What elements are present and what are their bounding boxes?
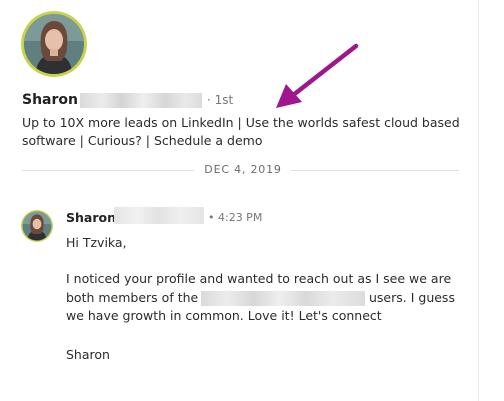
connection-degree: · 1st [207,93,234,107]
divider-line-right [291,170,459,171]
message-greeting: Hi Tzvika, [66,235,127,250]
sender-avatar[interactable] [21,210,53,242]
profile-headline: Up to 10X more leads on LinkedIn | Use t… [22,115,460,148]
messaging-thread: Sharon · 1st Up to 10X more leads on Lin… [0,0,504,401]
profile-avatar[interactable] [21,11,87,77]
panel-border [478,0,479,401]
arrow-icon [276,43,359,108]
divider-line-left [22,170,194,171]
date-divider: DEC 4, 2019 [204,163,282,176]
redacted-surname [80,93,202,108]
message-line-3: we have growth in common. Love it! Let's… [66,308,382,323]
message-timestamp: • 4:23 PM [208,211,263,224]
message-sender-name[interactable]: Sharon [66,210,116,225]
message-line-2-end: users. I guess [369,290,455,305]
message-line-1: I noticed your profile and wanted to rea… [66,271,452,286]
profile-name[interactable]: Sharon [22,92,78,108]
redacted-group-name [201,291,365,306]
redacted-sender-surname [114,207,204,224]
message-line-2-start: both members of the [66,290,199,305]
message-signature: Sharon [66,347,110,362]
